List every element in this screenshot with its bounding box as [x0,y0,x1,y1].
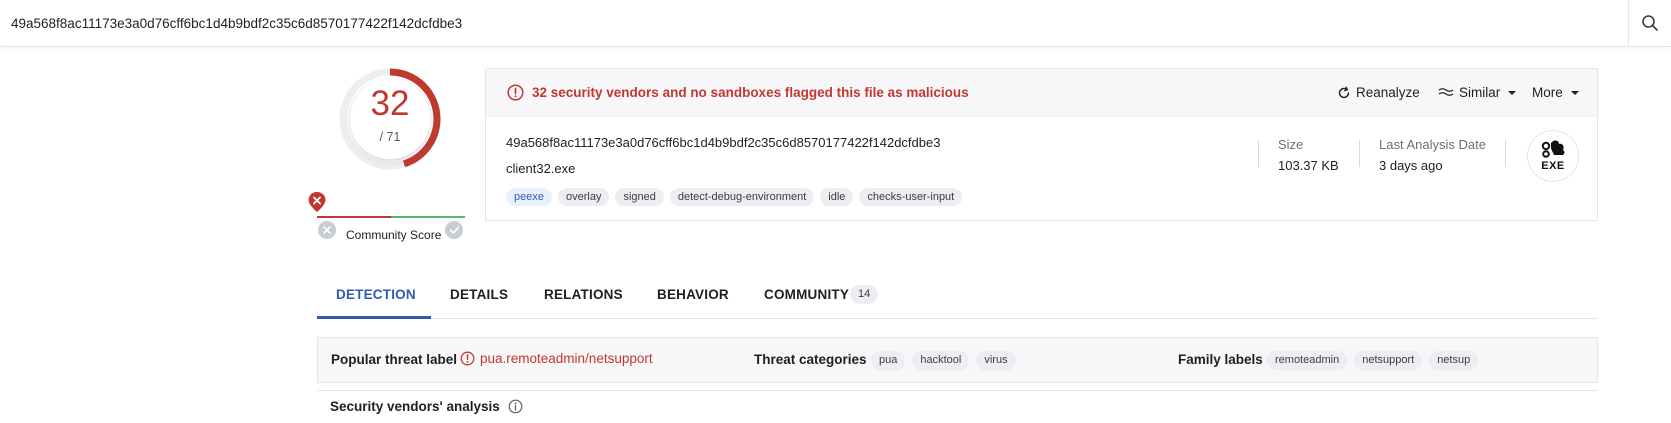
detection-score: 32 / 71 [337,66,443,172]
last-analysis-label: Last Analysis Date [1379,137,1486,152]
last-analysis-value: 3 days ago [1379,158,1443,173]
file-tags: peexe overlay signed detect-debug-enviro… [506,188,963,206]
search-bar [0,0,1671,47]
threat-categories-heading: Threat categories [754,352,867,367]
score-total: / 71 [379,130,401,144]
tag[interactable]: signed [615,188,664,206]
popular-threat-label[interactable]: pua.remoteadmin/netsupport [460,351,653,366]
size-value: 103.37 KB [1278,158,1339,173]
threat-categories: pua hacktool virus [871,351,1016,370]
close-icon [323,226,331,234]
community-score-label: Community Score [346,228,442,242]
family-labels-heading: Family labels [1178,352,1263,367]
card-header: 32 security vendors and no sandboxes fla… [486,69,1597,117]
alert-icon [507,84,524,106]
refresh-icon [1338,86,1350,98]
active-tab-indicator [317,316,431,319]
chevron-down-icon [1570,90,1579,95]
divider [1359,140,1360,167]
file-summary-card: 32 security vendors and no sandboxes fla… [485,68,1598,221]
alert-icon [460,351,475,366]
search-button[interactable] [1628,0,1671,46]
popular-threat-value: pua.remoteadmin/netsupport [480,351,653,366]
file-name: client32.exe [506,161,576,176]
divider [1505,140,1506,167]
tab-relations[interactable]: RELATIONS [544,287,623,302]
security-vendors-heading: Security vendors' analysis [330,399,523,414]
divider [317,390,1598,391]
tab-detection[interactable]: DETECTION [336,287,416,302]
search-input[interactable] [0,0,1628,46]
size-label: Size [1278,137,1304,152]
tag[interactable]: overlay [557,188,610,206]
reanalyze-button[interactable]: Reanalyze [1337,85,1420,100]
family-tag[interactable]: netsupport [1354,351,1423,370]
more-dropdown[interactable]: More [1532,85,1579,100]
more-label: More [1532,85,1563,100]
tag[interactable]: idle [820,188,854,206]
info-icon[interactable] [508,399,523,414]
community-bar-malicious [317,216,391,218]
category-tag[interactable]: hacktool [912,351,970,370]
similar-dropdown[interactable]: Similar [1438,85,1517,100]
family-tag[interactable]: netsup [1429,351,1479,370]
filetype-badge: EXE [1527,130,1579,182]
detection-alert-text: 32 security vendors and no sandboxes fla… [532,85,969,100]
category-tag[interactable]: pua [871,351,906,370]
popular-threat-label-heading: Popular threat label [331,352,458,367]
file-hash[interactable]: 49a568f8ac11173e3a0d76cff6bc1d4b9bdf2c35… [506,135,940,150]
section-title-text: Security vendors' analysis [330,399,500,414]
community-bar-harmless [391,216,465,218]
community-count-badge: 14 [850,285,879,304]
filetype-label: EXE [1541,160,1565,172]
family-labels: remoteadmin netsupport netsup [1267,351,1479,370]
tab-details[interactable]: DETAILS [450,287,508,302]
community-pin-icon [307,191,327,218]
vote-malicious-button[interactable] [318,221,336,239]
tag[interactable]: detect-debug-environment [669,188,815,206]
chevron-down-icon [1508,90,1517,95]
divider [1258,140,1259,167]
vote-harmless-button[interactable] [445,221,463,239]
report-tabs: DETECTION DETAILS RELATIONS BEHAVIOR COM… [317,274,1598,319]
check-icon [449,226,459,234]
tab-community[interactable]: COMMUNITY [764,287,849,302]
threat-labels-panel: Popular threat label pua.remoteadmin/net… [317,337,1598,383]
reanalyze-label: Reanalyze [1356,85,1420,100]
tab-behavior[interactable]: BEHAVIOR [657,287,729,302]
search-icon [1642,15,1658,31]
category-tag[interactable]: virus [976,351,1016,370]
tag[interactable]: checks-user-input [859,188,963,206]
family-tag[interactable]: remoteadmin [1267,351,1348,370]
score-detections: 32 [370,84,410,123]
similar-icon [1438,87,1454,96]
tag[interactable]: peexe [506,188,552,206]
similar-label: Similar [1459,85,1501,100]
